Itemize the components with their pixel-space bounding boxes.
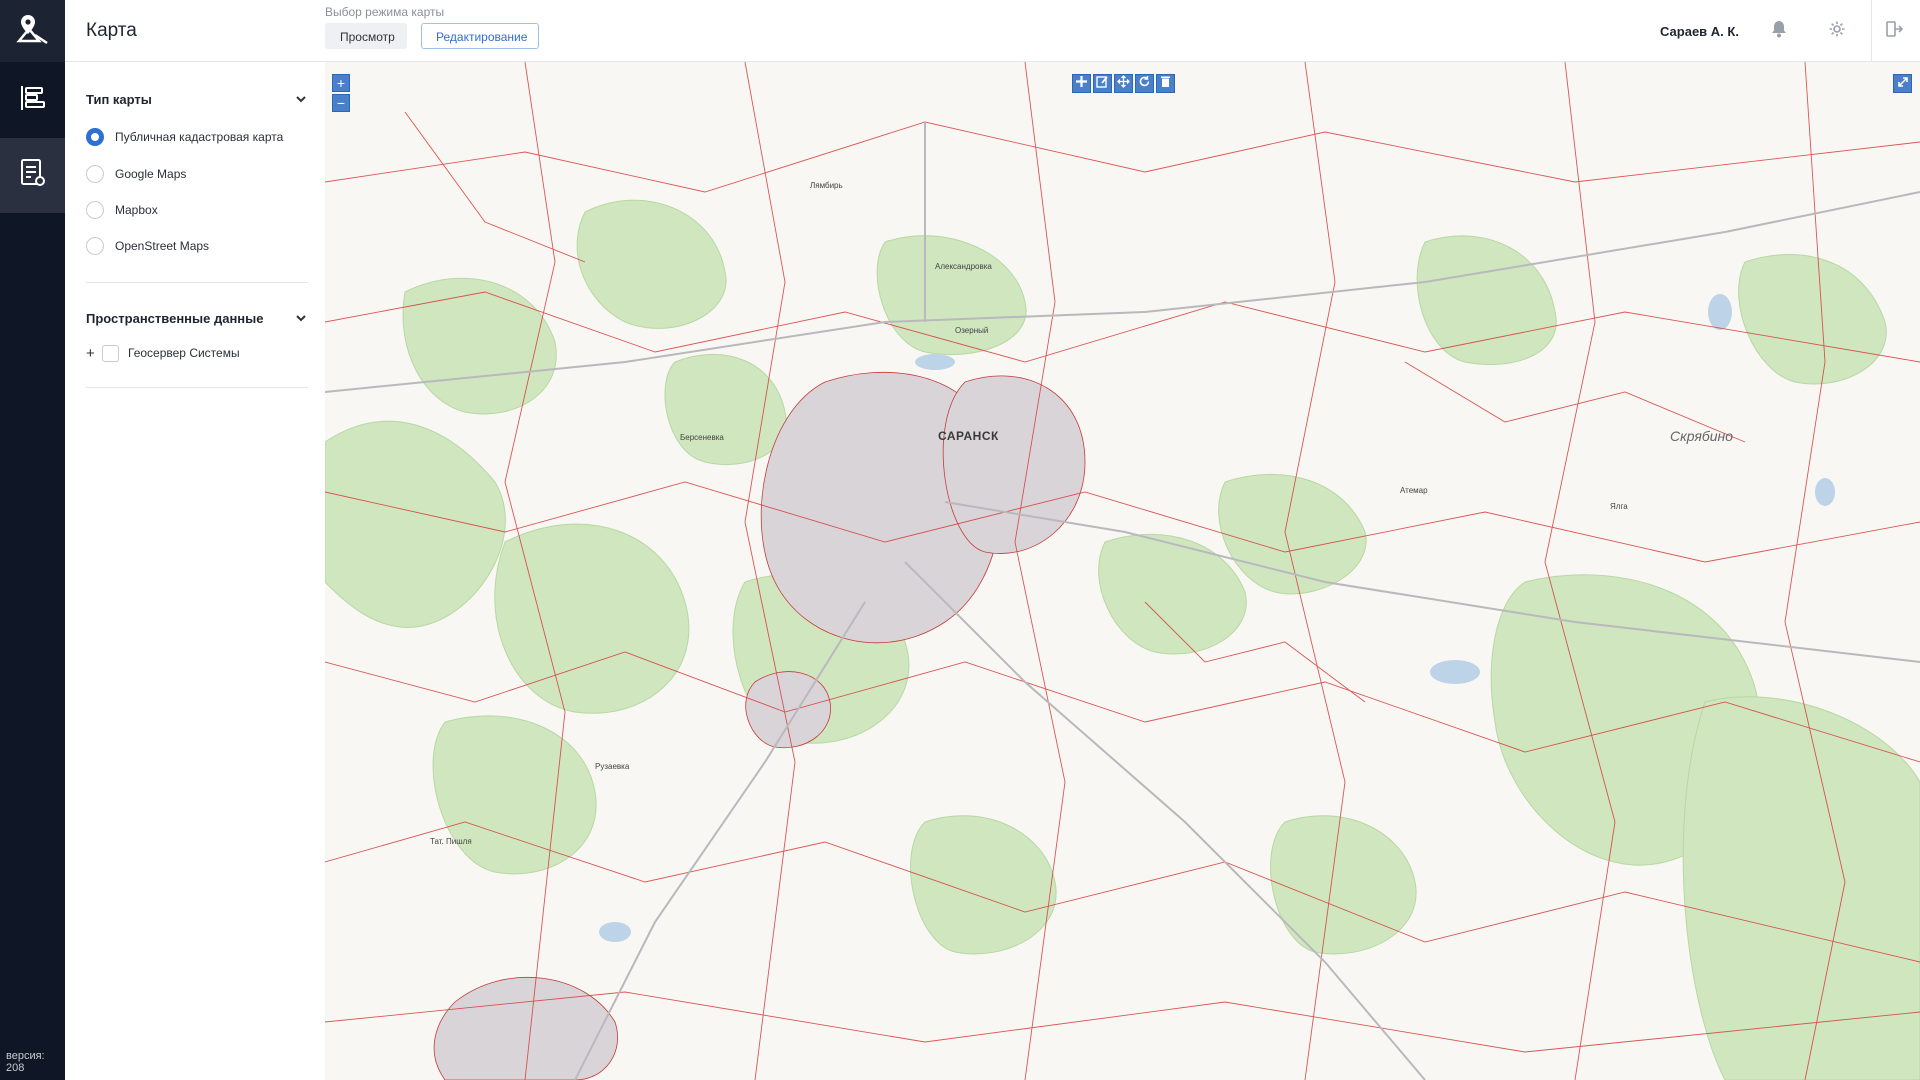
map-settings-panel: Тип карты Публичная кадастровая карта Go… <box>65 62 325 1080</box>
village-label-tat-pishlya: Тат. Пишля <box>430 837 472 846</box>
move-feature-button[interactable] <box>1114 74 1133 93</box>
village-label-atemar: Атемар <box>1400 486 1428 495</box>
delete-feature-button[interactable] <box>1156 74 1175 93</box>
map-mode-label: Выбор режима карты <box>325 5 445 19</box>
trash-icon <box>1159 75 1172 93</box>
map-type-option-cadastral[interactable]: Публичная кадастровая карта <box>86 125 283 149</box>
map-logo-button[interactable] <box>0 0 65 62</box>
chevron-down-icon <box>294 92 308 106</box>
spatial-data-title: Пространственные данные <box>86 310 264 326</box>
expand-plus-icon[interactable]: + <box>86 345 100 362</box>
village-label-yalga: Ялга <box>1610 502 1628 511</box>
village-label-berseneevka: Берсеневка <box>680 433 724 442</box>
layer-checkbox[interactable] <box>102 344 119 362</box>
city-label-saransk: САРАНСК <box>938 429 999 443</box>
edit-mode-button[interactable]: Редактирование <box>421 23 539 49</box>
map-type-label: Mapbox <box>115 203 158 217</box>
draw-add-button[interactable] <box>1072 74 1091 93</box>
rotate-icon <box>1138 75 1151 93</box>
section-divider <box>86 387 308 388</box>
cadastral-map-image <box>325 62 1920 1080</box>
layers-nav-button[interactable] <box>0 65 65 135</box>
map-type-section-header[interactable]: Тип карты <box>86 87 308 111</box>
section-divider <box>86 282 308 283</box>
radio-button[interactable] <box>86 237 104 255</box>
map-type-option-osm[interactable]: OpenStreet Maps <box>86 234 209 258</box>
village-label-lyambir: Лямбирь <box>810 181 843 190</box>
map-canvas[interactable]: САРАНСК Скрябино Лямбирь Рузаевка Тат. П… <box>325 62 1920 1080</box>
registry-nav-button[interactable] <box>0 138 65 213</box>
map-type-label: Публичная кадастровая карта <box>115 130 284 144</box>
radio-button[interactable] <box>86 201 104 219</box>
chevron-down-icon <box>294 311 308 325</box>
view-mode-button[interactable]: Просмотр <box>325 23 407 49</box>
notifications-button[interactable] <box>1767 19 1791 43</box>
zoom-out-button[interactable]: − <box>332 94 350 112</box>
spatial-data-section-header[interactable]: Пространственные данные <box>86 306 308 330</box>
zoom-in-button[interactable]: + <box>332 74 350 92</box>
left-rail: версия: 208 <box>0 0 65 1080</box>
user-name[interactable]: Сараев А. К. <box>1660 24 1739 39</box>
gear-icon <box>1828 20 1846 43</box>
settings-button[interactable] <box>1825 19 1849 43</box>
bell-icon <box>1771 20 1787 43</box>
edit-toolbar <box>1072 74 1175 93</box>
map-type-option-google[interactable]: Google Maps <box>86 162 186 186</box>
plus-icon <box>1075 75 1088 93</box>
map-type-label: Google Maps <box>115 167 187 181</box>
layer-label: Геосервер Системы <box>128 346 240 360</box>
header: Карта Выбор режима карты Просмотр Редакт… <box>65 0 1920 62</box>
map-pin-icon <box>15 11 51 52</box>
logout-icon <box>1885 20 1904 43</box>
map-type-option-mapbox[interactable]: Mapbox <box>86 198 158 222</box>
document-search-icon <box>17 157 49 194</box>
radio-button[interactable] <box>86 165 104 183</box>
page-title: Карта <box>86 20 137 41</box>
version-label: версия: 208 <box>6 1050 45 1074</box>
edit-feature-button[interactable] <box>1093 74 1112 93</box>
logout-button[interactable] <box>1882 19 1906 43</box>
map-type-label: OpenStreet Maps <box>115 239 210 253</box>
rotate-feature-button[interactable] <box>1135 74 1154 93</box>
village-label-aleksandrovka: Александровка <box>935 262 992 271</box>
expand-icon <box>1897 75 1909 93</box>
list-layers-icon <box>17 82 49 119</box>
pencil-icon <box>1096 75 1109 93</box>
radio-button[interactable] <box>86 128 104 146</box>
fullscreen-button[interactable] <box>1893 74 1912 93</box>
move-arrows-icon <box>1117 74 1130 93</box>
village-label-ozerny: Озерный <box>955 326 989 335</box>
village-label-skryabino: Скрябино <box>1670 428 1733 444</box>
town-label-ruzaevka: Рузаевка <box>595 762 630 771</box>
map-type-title: Тип карты <box>86 91 152 107</box>
layer-item-geoserver: + Геосервер Системы <box>86 341 240 365</box>
header-divider <box>1871 0 1872 62</box>
